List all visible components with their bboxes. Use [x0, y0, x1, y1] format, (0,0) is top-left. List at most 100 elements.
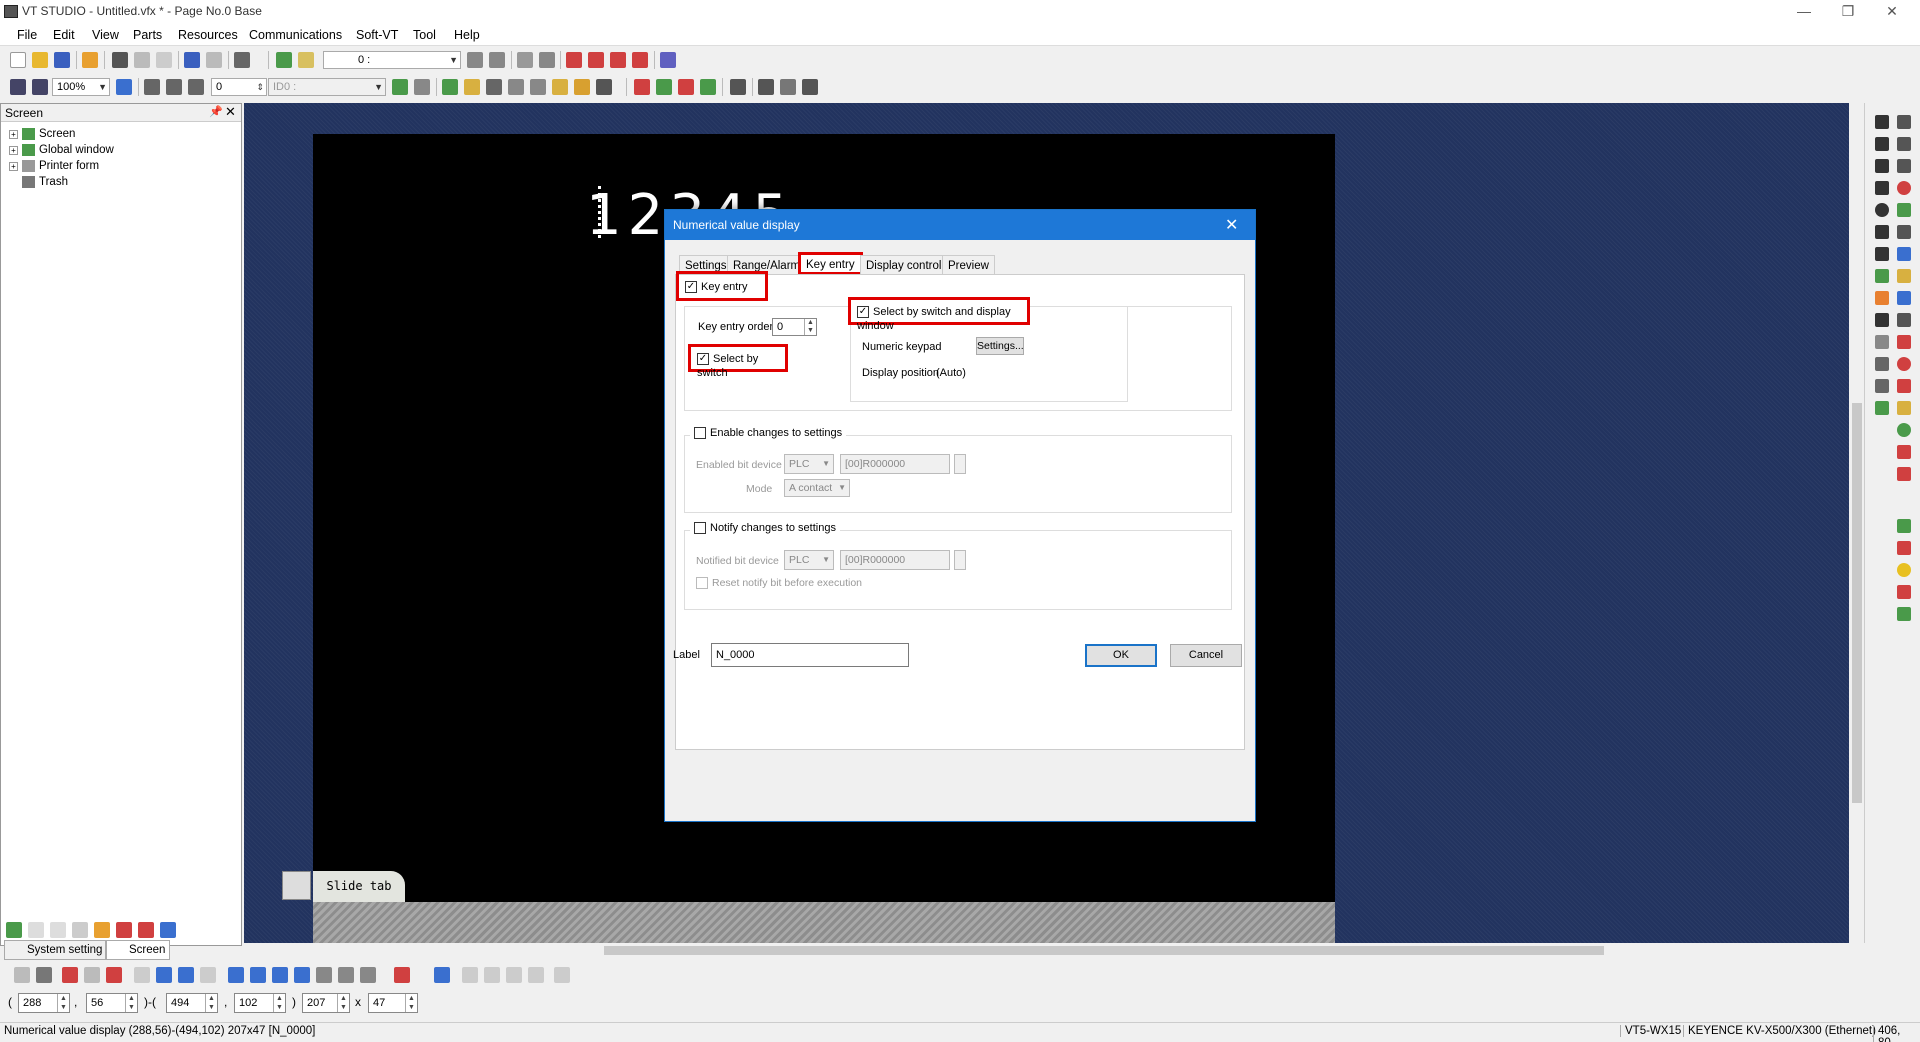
- horizontal-scrollbar[interactable]: [244, 943, 1849, 958]
- part-5-icon[interactable]: [574, 79, 590, 95]
- select-by-switch-checkbox[interactable]: ✓ Select by switch: [688, 344, 788, 379]
- part-1-icon[interactable]: [442, 79, 458, 95]
- window-2-icon[interactable]: [588, 52, 604, 68]
- group-icon[interactable]: [316, 967, 332, 983]
- alarm-icon[interactable]: [1897, 181, 1911, 195]
- bulb-icon[interactable]: [1897, 563, 1911, 577]
- vertical-scrollbar[interactable]: [1850, 103, 1864, 943]
- keypad-settings-button[interactable]: Settings...: [976, 337, 1024, 355]
- ungroup-icon[interactable]: [338, 967, 354, 983]
- cancel-button[interactable]: Cancel: [1170, 644, 1242, 667]
- monitor-icon[interactable]: [730, 79, 746, 95]
- nav-3-icon[interactable]: [678, 79, 694, 95]
- snap-3-icon[interactable]: [484, 967, 500, 983]
- storage-icon[interactable]: [1897, 225, 1911, 239]
- x2-field[interactable]: 494 ▲ ▼: [166, 993, 218, 1013]
- menu-edit[interactable]: Edit: [53, 28, 75, 42]
- tree-item-global-window[interactable]: + Global window: [9, 144, 114, 156]
- switch-icon[interactable]: [1897, 247, 1911, 261]
- snap-5-icon[interactable]: [528, 967, 544, 983]
- table-grid-icon[interactable]: [1875, 357, 1889, 371]
- menu-soft-vt[interactable]: Soft-VT: [356, 28, 398, 42]
- polygon-icon[interactable]: [1875, 181, 1889, 195]
- panel-tool-3-icon[interactable]: [50, 922, 66, 938]
- enable-changes-checkbox[interactable]: Enable changes to settings: [690, 425, 847, 439]
- cnt-icon[interactable]: [530, 79, 546, 95]
- window-part-icon[interactable]: [1897, 291, 1911, 305]
- flip-v-icon[interactable]: [178, 967, 194, 983]
- y1-field[interactable]: 56 ▲ ▼: [86, 993, 138, 1013]
- back-order-icon[interactable]: [250, 967, 266, 983]
- menu-help[interactable]: Help: [454, 28, 480, 42]
- sector-icon[interactable]: [1875, 247, 1889, 261]
- abc-icon[interactable]: [508, 79, 524, 95]
- trend-2-icon[interactable]: [1897, 467, 1911, 481]
- panel-tool-6-icon[interactable]: [116, 922, 132, 938]
- delete-x-icon[interactable]: [106, 967, 122, 983]
- tool-3-icon[interactable]: [802, 79, 818, 95]
- open-folder-icon[interactable]: [32, 52, 48, 68]
- all-down-icon[interactable]: [188, 79, 204, 95]
- part-3-icon[interactable]: [486, 79, 502, 95]
- bar-part-icon[interactable]: [1897, 401, 1911, 415]
- list-icon[interactable]: [1897, 159, 1911, 173]
- save-icon[interactable]: [54, 52, 70, 68]
- height-field[interactable]: 47 ▲ ▼: [368, 993, 418, 1013]
- layers-icon[interactable]: [660, 52, 676, 68]
- menu-communications[interactable]: Communications: [249, 28, 342, 42]
- layer-spinner[interactable]: 0 ⇕: [211, 78, 267, 96]
- front-icon[interactable]: [228, 967, 244, 983]
- slide-tab[interactable]: Slide tab: [313, 871, 405, 902]
- ok-button[interactable]: OK: [1085, 644, 1157, 667]
- add-screen-icon[interactable]: [6, 922, 22, 938]
- menu-parts[interactable]: Parts: [133, 28, 162, 42]
- selection-handle[interactable]: [598, 186, 601, 238]
- select-back-icon[interactable]: [14, 967, 30, 983]
- arrow-down-icon[interactable]: [467, 52, 483, 68]
- window-icon[interactable]: [566, 52, 582, 68]
- table-2-icon[interactable]: [1875, 379, 1889, 393]
- notify-changes-checkbox[interactable]: Notify changes to settings: [690, 520, 840, 534]
- key-entry-order-field[interactable]: 0 ▲ ▼: [772, 318, 817, 336]
- misc-3-icon[interactable]: [1897, 585, 1911, 599]
- window-3-icon[interactable]: [610, 52, 626, 68]
- transfer-icon[interactable]: [82, 52, 98, 68]
- grid-icon[interactable]: [116, 79, 132, 95]
- new-file-icon[interactable]: [10, 52, 26, 68]
- menu-resources[interactable]: Resources: [178, 28, 238, 42]
- paste-icon[interactable]: [156, 52, 172, 68]
- snap-icon[interactable]: [434, 967, 450, 983]
- tool-1-icon[interactable]: [758, 79, 774, 95]
- select-switch-window-checkbox[interactable]: ✓ Select by switch and display window: [848, 297, 1030, 332]
- arrow-up-icon[interactable]: [489, 52, 505, 68]
- panel-tool-7-icon[interactable]: [138, 922, 154, 938]
- table-icon[interactable]: [298, 52, 314, 68]
- calendar-icon[interactable]: [1897, 335, 1911, 349]
- part-4-icon[interactable]: [552, 79, 568, 95]
- misc-2-icon[interactable]: [1897, 541, 1911, 555]
- panel-close-icon[interactable]: ✕: [225, 104, 236, 120]
- image-part-icon[interactable]: [1875, 401, 1889, 415]
- copy-icon[interactable]: [134, 52, 150, 68]
- lamp-icon[interactable]: [1897, 203, 1911, 217]
- meter-icon[interactable]: [1897, 357, 1911, 371]
- align-icon[interactable]: [144, 79, 160, 95]
- tab-preview[interactable]: Preview: [942, 255, 995, 275]
- tree-item-printer-form[interactable]: + Printer form: [9, 160, 99, 172]
- numeric-123-icon[interactable]: [1897, 115, 1911, 129]
- panel-tool-4-icon[interactable]: [72, 922, 88, 938]
- misc-1-icon[interactable]: [1897, 519, 1911, 533]
- print-icon[interactable]: [234, 52, 250, 68]
- graph-icon[interactable]: [1875, 269, 1889, 283]
- arrange-1-icon[interactable]: [62, 967, 78, 983]
- chart-part-icon[interactable]: [1897, 379, 1911, 393]
- tab-display-control[interactable]: Display control: [860, 255, 948, 275]
- minimize-button[interactable]: —: [1784, 0, 1824, 24]
- undo-icon[interactable]: [184, 52, 200, 68]
- nav-4-icon[interactable]: [700, 79, 716, 95]
- pointer-icon[interactable]: [517, 52, 533, 68]
- close-window-button[interactable]: ✕: [1872, 0, 1912, 24]
- tool-2-icon[interactable]: [780, 79, 796, 95]
- x1-field[interactable]: 288 ▲ ▼: [18, 993, 70, 1013]
- rotate-icon[interactable]: [134, 967, 150, 983]
